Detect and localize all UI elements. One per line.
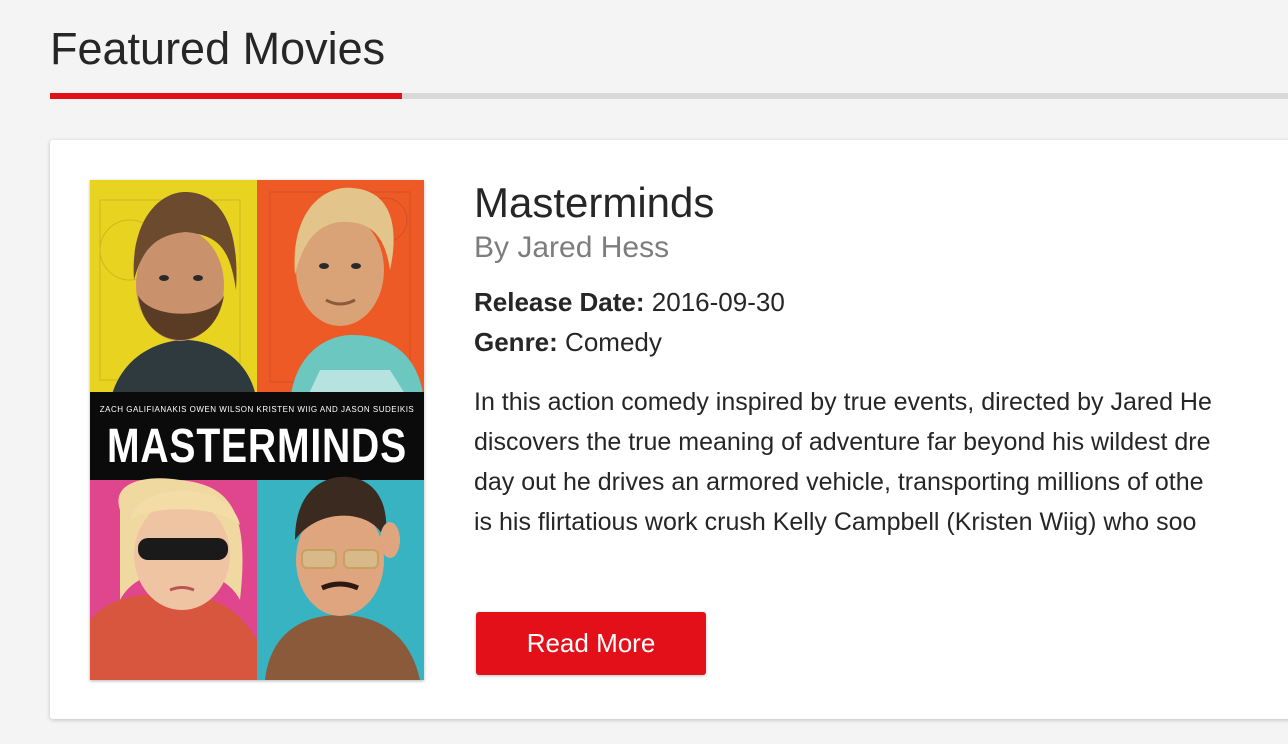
movie-director: By Jared Hess [474, 231, 670, 264]
release-date-value: 2016-09-30 [651, 287, 785, 317]
poster-cast-line: ZACH GALIFIANAKIS OWEN WILSON KRISTEN WI… [100, 405, 415, 414]
genre-value: Comedy [565, 327, 662, 357]
read-more-button[interactable]: Read More [476, 612, 706, 675]
synopsis-line: is his flirtatious work crush Kelly Camp… [474, 508, 1197, 536]
section-title: Featured Movies [50, 23, 386, 74]
release-date-row: Release Date: 2016-09-30 [474, 282, 1288, 322]
movie-title[interactable]: Masterminds [474, 178, 1288, 228]
poster-artwork: ZACH GALIFIANAKIS OWEN WILSON KRISTEN WI… [90, 180, 424, 680]
poster-title-text: MASTERMINDS [107, 420, 407, 473]
section-header: Featured Movies [50, 22, 1288, 100]
synopsis-line: discovers the true meaning of adventure … [474, 428, 1211, 456]
genre-row: Genre: Comedy [474, 322, 1288, 362]
section-divider-accent [50, 93, 402, 99]
movie-synopsis: In this action comedy inspired by true e… [474, 382, 1288, 542]
movie-meta: Release Date: 2016-09-30 Genre: Comedy [474, 282, 1288, 362]
genre-label: Genre: [474, 327, 558, 357]
movie-info: Masterminds By Jared Hess Release Date: … [474, 178, 1288, 542]
movie-poster[interactable]: ZACH GALIFIANAKIS OWEN WILSON KRISTEN WI… [90, 180, 424, 680]
synopsis-line: day out he drives an armored vehicle, tr… [474, 468, 1204, 496]
release-date-label: Release Date: [474, 287, 645, 317]
movie-card: ZACH GALIFIANAKIS OWEN WILSON KRISTEN WI… [50, 140, 1288, 719]
synopsis-line: In this action comedy inspired by true e… [474, 388, 1212, 416]
